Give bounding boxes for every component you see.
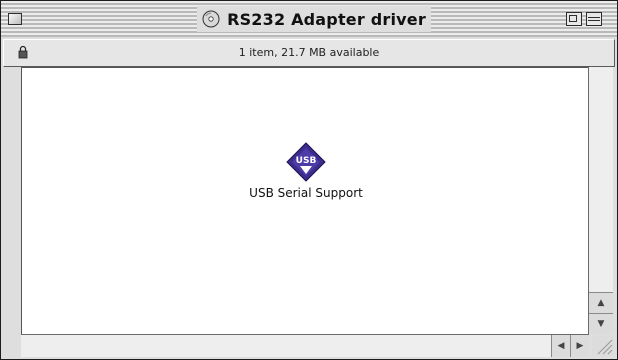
title-bar[interactable]: RS232 Adapter driver: [1, 1, 617, 37]
disk-info: 1 item, 21.7 MB available: [238, 46, 380, 59]
cd-disk-icon: [202, 10, 220, 28]
scroll-down-arrow-icon[interactable]: ▼: [589, 313, 613, 334]
vertical-scrollbar[interactable]: ▲ ▼: [588, 67, 613, 334]
usb-badge-text: USB: [296, 156, 317, 166]
content-area: USB USB Serial Support: [21, 67, 588, 334]
horizontal-scrollbar[interactable]: ◀ ▶: [21, 334, 589, 357]
close-box[interactable]: [8, 13, 22, 25]
file-label: USB Serial Support: [249, 186, 363, 200]
window-title-plate: RS232 Adapter driver: [197, 6, 431, 32]
window-title: RS232 Adapter driver: [227, 9, 426, 29]
resize-grip-icon[interactable]: [592, 336, 614, 356]
file-item[interactable]: USB USB Serial Support: [232, 142, 380, 200]
collapse-box[interactable]: [586, 12, 602, 26]
zoom-box[interactable]: [566, 12, 582, 26]
scroll-right-arrow-icon[interactable]: ▶: [570, 335, 589, 357]
scroll-up-arrow-icon[interactable]: ▲: [589, 292, 613, 313]
scroll-left-arrow-icon[interactable]: ◀: [551, 335, 570, 357]
info-header: 1 item, 21.7 MB available: [3, 39, 615, 67]
usb-installer-icon[interactable]: USB: [286, 142, 326, 182]
finder-window: RS232 Adapter driver 1 item, 21.7 MB ava…: [0, 0, 618, 360]
